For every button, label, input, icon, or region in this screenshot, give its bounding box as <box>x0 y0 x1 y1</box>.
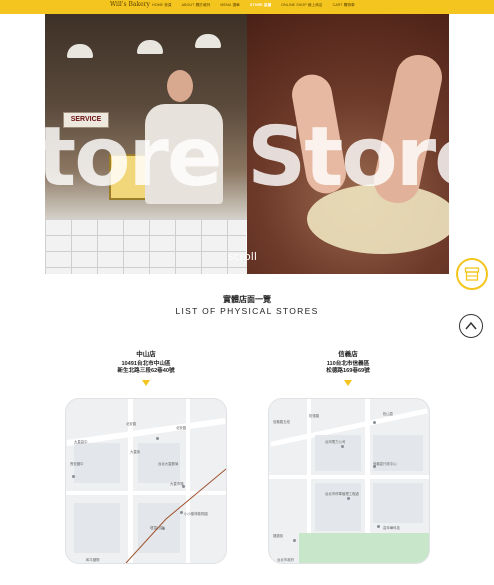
map-label: 北安路 <box>126 422 137 426</box>
map-label: 台灣電力公司 <box>325 440 346 444</box>
store-name-zhongshan: 中山店 <box>136 351 156 358</box>
store-address-line1: 110台北市信義區 <box>326 361 370 367</box>
map-pin-icon <box>293 539 296 542</box>
hero-banner: SERVICE tore Store Sto scroll <box>45 14 449 274</box>
top-navigation-bar: Will's Bakery HOME 首頁 ABOUT 關於威列 MENU 選單… <box>0 0 494 14</box>
brand-logo[interactable]: Will's Bakery <box>110 1 150 8</box>
map-label: 信義路五段 <box>273 420 290 424</box>
nav-online-shop[interactable]: ONLINE SHOP 線上商店 <box>281 3 322 8</box>
map-pin-icon <box>156 437 159 440</box>
store-name-xinyi: 信義店 <box>338 351 358 358</box>
map-label: 大直高中 <box>74 440 88 444</box>
nav-cart[interactable]: CART 購物車 <box>333 3 355 8</box>
section-title-zh: 實體店面一覽 <box>223 295 271 304</box>
store-floating-button[interactable] <box>456 258 488 290</box>
map-pin-icon <box>377 525 380 528</box>
map-zhongshan[interactable]: 北安路 長安國中 大直高中 大直街 大直市場 台北大直郵局 小小樹林動物園 堤頂… <box>65 398 227 564</box>
arrow-down-icon <box>142 380 150 386</box>
map-label: 台北市政府 <box>277 558 294 562</box>
nav-menu[interactable]: MENU 選單 <box>220 3 239 8</box>
map-label: 大直街 <box>130 450 141 454</box>
mrt-line <box>125 468 226 563</box>
section-title-en: LIST OF PHYSICAL STORES <box>175 306 319 316</box>
map-label: 信義區行政中心 <box>373 462 397 466</box>
lamp-decoration <box>195 34 221 48</box>
map-label: 小小樹林動物園 <box>184 512 208 516</box>
scroll-label[interactable]: scroll <box>228 250 257 263</box>
map-label: 松山區 <box>383 412 394 416</box>
back-to-top-button[interactable] <box>459 314 483 338</box>
map-pin-icon <box>373 465 376 468</box>
map-label: 松德路 <box>309 414 320 418</box>
main-nav: HOME 首頁 ABOUT 關於威列 MENU 選單 STORE 店鋪 ONLI… <box>152 3 355 8</box>
map-pin-icon <box>72 475 75 478</box>
shopkeeper-head <box>167 70 193 102</box>
tiled-counter <box>45 219 247 274</box>
lamp-decoration <box>137 40 163 54</box>
map-label: 嘉年華科技 <box>383 526 400 530</box>
map-pin-icon <box>341 445 344 448</box>
map-pin-icon <box>347 497 350 500</box>
lamp-decoration <box>67 44 93 58</box>
nav-about[interactable]: ABOUT 關於威列 <box>182 3 211 8</box>
nav-store[interactable]: STORE 店鋪 <box>250 3 271 8</box>
store-address-line2: 新生北路三段62巷40號 <box>117 368 175 374</box>
map-pin-icon <box>182 485 185 488</box>
store-address-line2: 松德路169巷69號 <box>326 368 370 374</box>
map-label: 和平國際 <box>86 558 100 562</box>
map-pin-icon <box>162 527 165 530</box>
hero-marquee-text: tore Store Sto <box>45 110 449 205</box>
park-area <box>299 533 429 563</box>
nav-home[interactable]: HOME 首頁 <box>152 3 172 8</box>
map-label: 福德街 <box>273 534 284 538</box>
map-label: 北安路 <box>176 426 187 430</box>
map-pin-icon <box>373 421 376 424</box>
map-label: 長安國中 <box>70 462 84 466</box>
storefront-icon <box>464 267 480 281</box>
chevron-up-icon <box>465 321 477 330</box>
arrow-down-icon <box>344 380 352 386</box>
map-pin-icon <box>180 511 183 514</box>
map-xinyi[interactable]: 信義路五段 松德路 台灣電力公司 台北市停車管理工程處 信義區行政中心 松山區 … <box>268 398 430 564</box>
map-label: 台北市停車管理工程處 <box>325 492 359 496</box>
store-address-line1: 10491台北市中山區 <box>121 361 171 367</box>
map-label: 台北大直郵局 <box>158 462 179 466</box>
